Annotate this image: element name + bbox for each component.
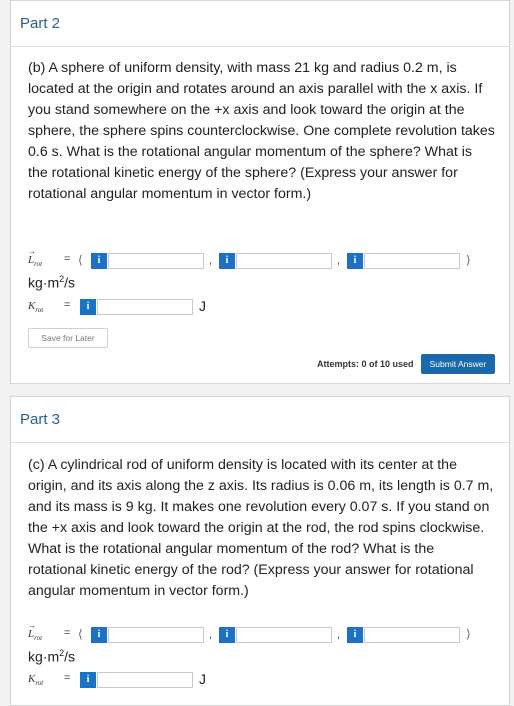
part3-lrot-y-input[interactable] bbox=[236, 627, 332, 643]
part2-lrot-x-input[interactable] bbox=[108, 253, 204, 269]
part2-krot-label: Krot bbox=[28, 300, 44, 315]
part2-krot-unit: J bbox=[199, 298, 206, 314]
part2-close-bracket: ⟩ bbox=[466, 253, 471, 267]
part3-question-text: (c) A cylindrical rod of uniform density… bbox=[28, 457, 494, 599]
part3-krot-equals: = bbox=[64, 672, 71, 684]
info-icon[interactable]: i bbox=[80, 299, 96, 315]
part2-krot-input[interactable] bbox=[97, 299, 193, 315]
part2-krot-equals: = bbox=[64, 299, 71, 311]
info-icon[interactable]: i bbox=[347, 253, 363, 269]
save-for-later-button[interactable]: Save for Later bbox=[28, 328, 108, 348]
part2-lrot-row: → Lrot = ⟨ i , i , i ⟩ bbox=[28, 247, 495, 272]
part3-lrot-row: → Lrot = ⟨ i , i , i ⟩ bbox=[28, 621, 495, 646]
part2-header: Part 2 bbox=[11, 1, 509, 47]
part2-lrot-z-input[interactable] bbox=[364, 253, 460, 269]
part2-open-bracket: ⟨ bbox=[78, 253, 83, 267]
part3-header: Part 3 bbox=[11, 397, 509, 443]
part2-lrot-unit: kg·m2/s bbox=[28, 274, 76, 291]
part2-lrot-equals: = bbox=[64, 253, 71, 265]
submit-answer-button[interactable]: Submit Answer bbox=[421, 354, 495, 374]
info-icon[interactable]: i bbox=[91, 627, 107, 643]
part2-card: Part 2 (b) A sphere of uniform density, … bbox=[10, 0, 510, 384]
part3-comma-2: , bbox=[337, 629, 341, 641]
part3-lrot-unit: kg·m2/s bbox=[28, 648, 76, 665]
part3-close-bracket: ⟩ bbox=[466, 627, 471, 641]
attempts-counter: Attempts: 0 of 10 used bbox=[317, 359, 414, 369]
part2-comma-1: , bbox=[209, 255, 213, 267]
part3-open-bracket: ⟨ bbox=[78, 627, 83, 641]
vector-arrow-icon: → bbox=[28, 621, 36, 630]
part3-krot-row: Krot = i bbox=[28, 671, 495, 691]
part3-krot-unit: J bbox=[199, 671, 206, 687]
part2-lrot-label: → Lrot bbox=[28, 247, 43, 269]
part3-lrot-x-input[interactable] bbox=[108, 627, 204, 643]
part2-comma-2: , bbox=[337, 255, 341, 267]
info-icon[interactable]: i bbox=[219, 253, 235, 269]
info-icon[interactable]: i bbox=[91, 253, 107, 269]
part3-title: Part 3 bbox=[20, 411, 61, 428]
part3-krot-input[interactable] bbox=[97, 672, 193, 688]
info-icon[interactable]: i bbox=[80, 672, 96, 688]
part2-lrot-y-input[interactable] bbox=[236, 253, 332, 269]
info-icon[interactable]: i bbox=[347, 627, 363, 643]
part3-krot-label: Krot bbox=[28, 673, 44, 688]
info-icon[interactable]: i bbox=[219, 627, 235, 643]
part3-lrot-label: → Lrot bbox=[28, 621, 43, 643]
part2-question-text: (b) A sphere of uniform density, with ma… bbox=[28, 60, 495, 202]
part3-lrot-z-input[interactable] bbox=[364, 627, 460, 643]
part2-question: (b) A sphere of uniform density, with ma… bbox=[28, 58, 495, 205]
part3-question: (c) A cylindrical rod of uniform density… bbox=[28, 455, 495, 602]
part3-card: Part 3 (c) A cylindrical rod of uniform … bbox=[10, 396, 510, 706]
part3-comma-1: , bbox=[209, 629, 213, 641]
part2-krot-row: Krot = i bbox=[28, 298, 495, 318]
vector-arrow-icon: → bbox=[28, 247, 36, 256]
part2-title: Part 2 bbox=[20, 15, 61, 32]
part3-lrot-equals: = bbox=[64, 627, 71, 639]
